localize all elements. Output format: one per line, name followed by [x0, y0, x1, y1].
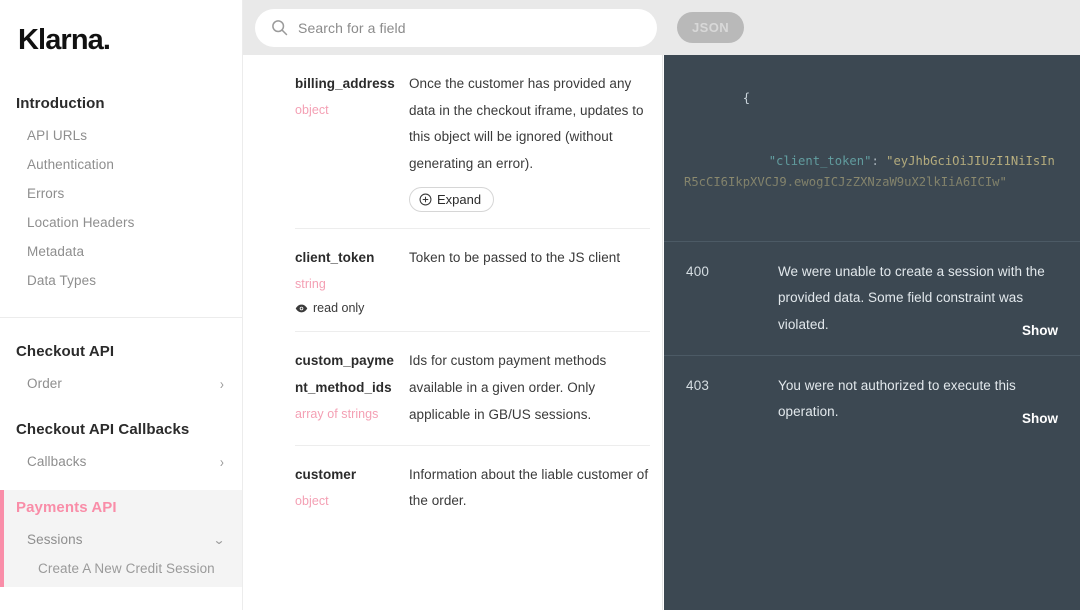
sidebar-item-label: Sessions: [27, 532, 83, 547]
read-only-badge: read only: [295, 301, 395, 315]
field-description: Information about the liable customer of…: [409, 466, 649, 509]
search-input[interactable]: [298, 19, 641, 36]
field-detail: Once the customer has provided any data …: [405, 71, 650, 212]
sidebar-item-label: Location Headers: [27, 215, 135, 230]
expand-button-label: Expand: [437, 191, 482, 207]
error-body: You were not authorized to execute this …: [778, 373, 1058, 426]
sidebar-item-label: Metadata: [27, 244, 85, 259]
field-name: customer: [295, 466, 357, 482]
sidebar-item-label: Errors: [27, 186, 65, 201]
sidebar-item-api-urls[interactable]: API URLs: [0, 121, 242, 150]
sidebar-group-checkout-api: Checkout API Order ›: [0, 317, 242, 402]
json-code-sample[interactable]: { "client_token": "eyJhbGciOiJIUzI1NiIsI…: [664, 55, 1080, 241]
field-meta: customer object: [295, 462, 405, 515]
sidebar-item-order[interactable]: Order ›: [0, 369, 242, 398]
sidebar-item-errors[interactable]: Errors: [0, 179, 242, 208]
sidebar-item-label: Data Types: [27, 273, 97, 288]
field-name: billing_address: [295, 76, 395, 91]
sidebar-item-create-a-new-credit-session[interactable]: Create A New Credit Session: [0, 554, 242, 583]
field-meta: billing_address object: [295, 71, 405, 212]
sidebar-group-payments-api: Payments API Sessions ⌄ Create A New Cre…: [0, 490, 242, 587]
field-detail: Information about the liable customer of…: [405, 462, 650, 515]
field-description: Token to be passed to the JS client: [409, 249, 621, 265]
table-row: 400 We were unable to create a session w…: [664, 242, 1080, 356]
error-status-code: 400: [686, 264, 710, 279]
brand-logo-text: Klarna.: [18, 24, 111, 56]
search-bar: JSON: [243, 0, 1080, 55]
field-type: string: [295, 277, 326, 292]
table-row: billing_address object Once the customer…: [295, 55, 650, 229]
field-type: object: [295, 103, 329, 118]
sidebar-item-data-types[interactable]: Data Types: [0, 266, 242, 295]
sidebar-group-title-introduction[interactable]: Introduction: [0, 86, 242, 121]
sidebar-group-checkout-api-callbacks: Checkout API Callbacks Callbacks ›: [0, 412, 242, 480]
field-list-scroll[interactable]: billing_address object Once the customer…: [243, 55, 662, 610]
sidebar-group-title-payments-api[interactable]: Payments API: [0, 490, 242, 525]
brand-logo[interactable]: Klarna.: [0, 0, 242, 86]
field-meta: client_token string read only: [295, 245, 405, 316]
sidebar-group-title-checkout-api-callbacks[interactable]: Checkout API Callbacks: [0, 412, 242, 447]
sidebar-item-label: API URLs: [27, 128, 88, 143]
expand-button[interactable]: Expand: [409, 186, 495, 212]
field-description: Ids for custom payment methods available…: [409, 353, 607, 422]
sidebar-item-sessions[interactable]: Sessions ⌄: [0, 525, 242, 554]
code-comma: ,: [743, 238, 750, 241]
sidebar: Klarna. Introduction API URLs Authentica…: [0, 0, 243, 610]
search-input-container[interactable]: [255, 8, 657, 47]
field-type: object: [295, 493, 329, 508]
error-list: 400 We were unable to create a session w…: [664, 241, 1080, 443]
field-description: Once the customer has provided any data …: [409, 76, 644, 172]
field-type: array of strings: [295, 407, 379, 422]
code-key-client-token: "client_token": [768, 153, 872, 168]
chevron-down-icon: ⌄: [212, 532, 226, 547]
eye-icon: [295, 302, 308, 315]
search-icon: [271, 19, 288, 36]
chevron-right-icon: ›: [219, 374, 224, 393]
show-error-link[interactable]: Show: [1015, 410, 1058, 426]
sidebar-item-label: Create A New Credit Session: [38, 561, 215, 576]
field-detail: Token to be passed to the JS client: [405, 245, 650, 316]
field-name: custom_payment_method_ids: [295, 353, 394, 395]
error-status-code: 403: [686, 377, 710, 393]
field-meta: custom_payment_method_ids array of strin…: [295, 348, 405, 428]
sidebar-group-introduction: Introduction API URLs Authentication Err…: [0, 86, 242, 299]
field-detail: Ids for custom payment methods available…: [405, 348, 650, 428]
sidebar-item-callbacks[interactable]: Callbacks ›: [0, 447, 242, 476]
read-only-label: read only: [313, 301, 365, 316]
json-toggle-button[interactable]: JSON: [677, 12, 745, 43]
table-row: customer object Information about the li…: [295, 446, 650, 531]
sidebar-item-label: Order: [27, 376, 63, 391]
code-line-client-token: "client_token": "eyJhbGciOiJIUzI1NiIsInR…: [664, 130, 1080, 214]
code-line-comma: ,: [664, 214, 1080, 241]
app-root: Klarna. Introduction API URLs Authentica…: [0, 0, 1080, 610]
table-row: custom_payment_method_ids array of strin…: [295, 332, 650, 446]
sidebar-group-title-checkout-api[interactable]: Checkout API: [0, 334, 242, 369]
field-name: client_token: [295, 249, 375, 265]
chevron-right-icon: ›: [219, 452, 224, 471]
code-and-errors-panel: { "client_token": "eyJhbGciOiJIUzI1NiIsI…: [664, 55, 1080, 610]
show-error-link[interactable]: Show: [1015, 322, 1058, 338]
sidebar-item-location-headers[interactable]: Location Headers: [0, 208, 242, 237]
field-list-panel: billing_address object Once the customer…: [243, 0, 663, 610]
error-body: We were unable to create a session with …: [778, 259, 1058, 338]
code-separator: :: [871, 153, 887, 168]
table-row: client_token string read only Token to b…: [295, 229, 650, 333]
table-row: 403 You were not authorized to execute t…: [664, 356, 1080, 443]
sidebar-item-label: Callbacks: [27, 454, 87, 469]
sidebar-item-metadata[interactable]: Metadata: [0, 237, 242, 266]
sidebar-item-label: Authentication: [27, 157, 114, 172]
sidebar-item-authentication[interactable]: Authentication: [0, 150, 242, 179]
code-open-brace: {: [742, 90, 751, 105]
code-line-open: {: [664, 67, 1080, 130]
sidebar-nav: Introduction API URLs Authentication Err…: [0, 86, 242, 587]
circle-plus-icon: [419, 193, 432, 206]
